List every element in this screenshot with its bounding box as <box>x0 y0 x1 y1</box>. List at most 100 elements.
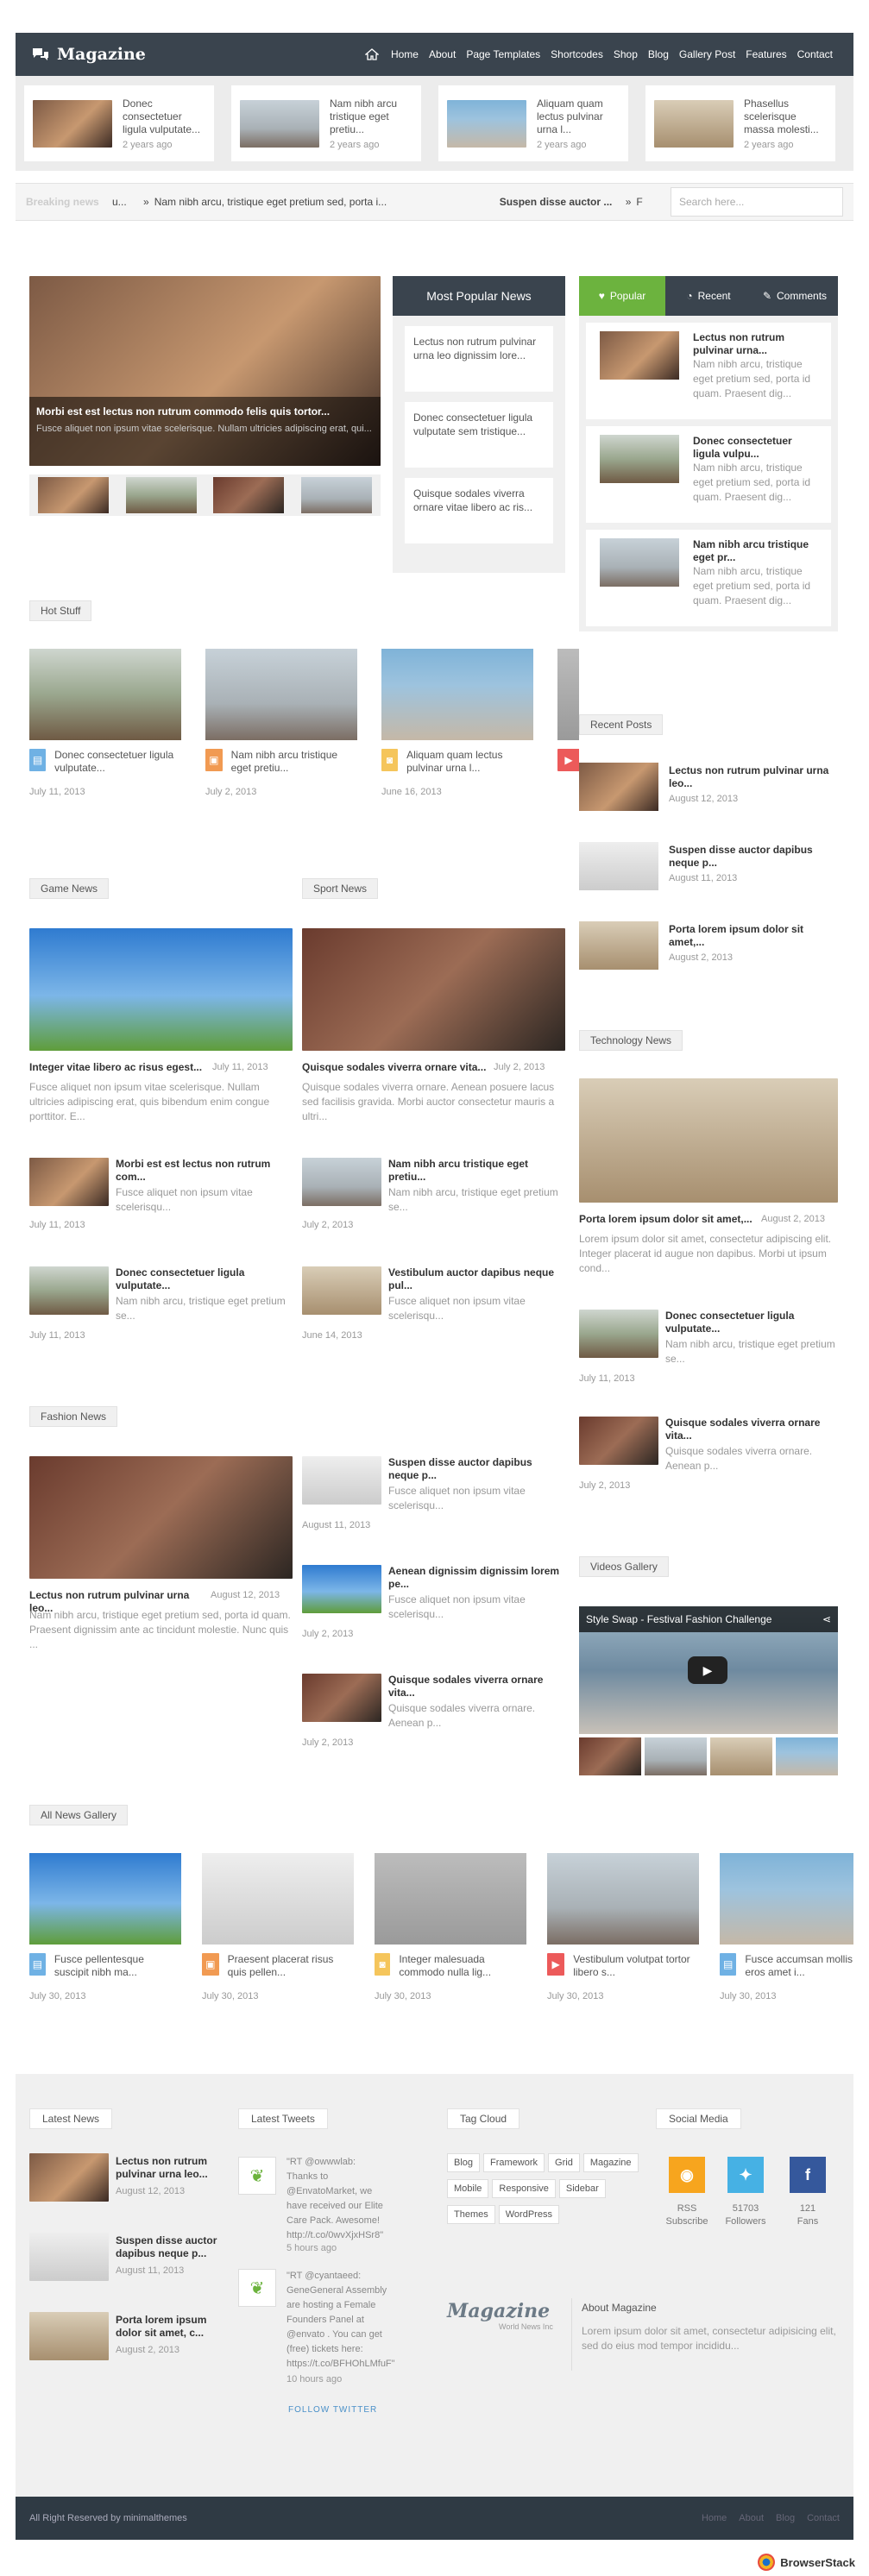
video-thumb[interactable] <box>710 1737 772 1775</box>
recent-post-title[interactable]: Porta lorem ipsum dolor sit amet,... <box>669 923 838 949</box>
slider-thumb[interactable] <box>213 477 285 513</box>
sport-main-title[interactable]: Quisque sodales viverra ornare vita... <box>302 1061 492 1074</box>
video-title[interactable]: Style Swap - Festival Fashion Challenge <box>586 1613 771 1625</box>
follow-twitter-link[interactable]: FOLLOW TWITTER <box>288 2405 377 2415</box>
game-item-thumb[interactable] <box>29 1266 109 1315</box>
ticker-item[interactable]: u... <box>112 196 138 208</box>
ticker-item[interactable]: Nam nibh arcu, tristique eget pretium se… <box>154 196 500 208</box>
gallery-item[interactable]: ▣ Praesent placerat risus quis pellen... … <box>202 1853 354 2001</box>
hot-item[interactable]: ◙ Aliquam quam lectus pulvinar urna l... … <box>381 649 533 797</box>
hot-item-title[interactable]: Nam nibh arcu tristique eget pretiu... <box>231 749 357 775</box>
gallery-item[interactable]: ▤ Fusce pellentesque suscipit nibh ma... … <box>29 1853 181 2001</box>
recent-post-title[interactable]: Suspen disse auctor dapibus neque p... <box>669 844 838 870</box>
sport-item-thumb[interactable] <box>302 1158 381 1206</box>
sport-item-title[interactable]: Nam nibh arcu tristique eget pretiu... <box>388 1158 565 1184</box>
tag[interactable]: Responsive <box>492 2179 556 2198</box>
tab-item[interactable]: Lectus non rutrum pulvinar urna... Nam n… <box>586 323 831 419</box>
tag[interactable]: WordPress <box>498 2205 559 2224</box>
video-player[interactable]: Style Swap - Festival Fashion Challenge … <box>579 1606 838 1734</box>
slider-thumb[interactable] <box>301 477 373 513</box>
video-thumb[interactable] <box>579 1737 641 1775</box>
tech-item-thumb[interactable] <box>579 1310 658 1358</box>
slider-title[interactable]: Morbi est est lectus non rutrum commodo … <box>36 405 374 418</box>
fashion-main-image[interactable] <box>29 1456 293 1579</box>
tag[interactable]: Sidebar <box>558 2179 606 2198</box>
bottom-link-blog[interactable]: Blog <box>776 2513 795 2523</box>
popular-item[interactable]: Donec consectetuer ligula vulputate sem … <box>405 402 553 468</box>
game-item-thumb[interactable] <box>29 1158 109 1206</box>
tab-item-title[interactable]: Nam nibh arcu tristique eget pr... <box>693 538 817 564</box>
tag[interactable]: Blog <box>447 2153 481 2172</box>
nav-about[interactable]: About <box>424 33 461 76</box>
bottom-link-contact[interactable]: Contact <box>807 2513 840 2523</box>
gallery-item[interactable]: ◙ Integer malesuada commodo nulla lig... … <box>375 1853 526 2001</box>
gallery-item[interactable]: ▶ Vestibulum volutpat tortor libero s... … <box>547 1853 699 2001</box>
tag[interactable]: Mobile <box>447 2179 489 2198</box>
sport-item-title[interactable]: Vestibulum auctor dapibus neque pul... <box>388 1266 565 1292</box>
nav-contact[interactable]: Contact <box>792 33 838 76</box>
sport-item-thumb[interactable] <box>302 1266 381 1315</box>
fashion-item-title[interactable]: Suspen disse auctor dapibus neque p... <box>388 1456 565 1482</box>
tab-comments[interactable]: ✎ Comments <box>752 276 838 316</box>
gallery-item[interactable]: ▤ Fusce accumsan mollis eros amet i... Ju… <box>720 1853 853 2001</box>
fashion-item-thumb[interactable] <box>302 1456 381 1505</box>
tab-item[interactable]: Donec consectetuer ligula vulpu... Nam n… <box>586 426 831 523</box>
hot-item[interactable]: ▶ <box>557 649 579 771</box>
slider-thumb[interactable] <box>37 477 109 513</box>
tag[interactable]: Themes <box>447 2205 495 2224</box>
play-button[interactable]: ▶ <box>688 1656 727 1684</box>
tag[interactable]: Grid <box>548 2153 580 2172</box>
tab-item[interactable]: Nam nibh arcu tristique eget pr... Nam n… <box>586 530 831 626</box>
nav-page-templates[interactable]: Page Templates <box>461 33 545 76</box>
tab-recent[interactable]: ◔ Recent <box>665 276 752 316</box>
tab-popular[interactable]: ♥ Popular <box>579 276 665 316</box>
nav-features[interactable]: Features <box>740 33 791 76</box>
game-item-title[interactable]: Morbi est est lectus non rutrum com... <box>116 1158 293 1184</box>
recent-post-title[interactable]: Lectus non rutrum pulvinar urna leo... <box>669 764 838 790</box>
tech-item-title[interactable]: Quisque sodales viverra ornare vita... <box>665 1417 838 1442</box>
social-rss[interactable]: ◉ RSS Subscribe <box>661 2157 713 2227</box>
nav-shop[interactable]: Shop <box>608 33 643 76</box>
game-main-title[interactable]: Integer vitae libero ac risus egest... <box>29 1061 211 1074</box>
social-facebook[interactable]: f 121 Fans <box>782 2157 834 2227</box>
gallery-title[interactable]: Integer malesuada commodo nulla lig... <box>399 1953 526 1979</box>
game-main-image[interactable] <box>29 928 293 1051</box>
tab-item-title[interactable]: Lectus non rutrum pulvinar urna... <box>693 331 817 357</box>
footer-news-thumb[interactable] <box>29 2153 109 2202</box>
share-icon[interactable]: ⋖ <box>822 1613 831 1625</box>
recent-post[interactable]: Suspen disse auctor dapibus neque p... A… <box>579 842 838 890</box>
nav-gallery-post[interactable]: Gallery Post <box>674 33 740 76</box>
game-item-title[interactable]: Donec consectetuer ligula vulputate... <box>116 1266 293 1292</box>
hot-item-title[interactable]: Aliquam quam lectus pulvinar urna l... <box>406 749 533 775</box>
hot-item[interactable]: ▤ Donec consectetuer ligula vulputate... … <box>29 649 181 797</box>
gallery-title[interactable]: Fusce accumsan mollis eros amet i... <box>745 1953 853 1979</box>
search-input[interactable]: Search here... <box>671 187 843 217</box>
footer-news-thumb[interactable] <box>29 2233 109 2281</box>
tech-item-title[interactable]: Donec consectetuer ligula vulputate... <box>665 1310 838 1335</box>
featured-card[interactable]: Phasellus scelerisque massa molesti... 2 … <box>645 85 835 161</box>
video-thumb[interactable] <box>645 1737 707 1775</box>
fashion-item-title[interactable]: Aenean dignissim dignissim lorem pe... <box>388 1565 565 1591</box>
bottom-link-about[interactable]: About <box>739 2513 764 2523</box>
nav-blog[interactable]: Blog <box>643 33 674 76</box>
fashion-item-title[interactable]: Quisque sodales viverra ornare vita... <box>388 1674 565 1700</box>
footer-news-thumb[interactable] <box>29 2312 109 2360</box>
tag[interactable]: Magazine <box>582 2153 639 2172</box>
nav-shortcodes[interactable]: Shortcodes <box>545 33 608 76</box>
footer-news-title[interactable]: Lectus non rutrum pulvinar urna leo... <box>116 2155 219 2181</box>
home-icon[interactable] <box>364 47 379 61</box>
gallery-title[interactable]: Fusce pellentesque suscipit nibh ma... <box>54 1953 181 1979</box>
ticker-item[interactable]: F <box>636 196 642 208</box>
slider-thumb[interactable] <box>125 477 197 513</box>
recent-post[interactable]: Lectus non rutrum pulvinar urna leo... A… <box>579 763 838 811</box>
featured-card[interactable]: Donec consectetuer ligula vulputate... 2 … <box>24 85 214 161</box>
featured-card[interactable]: Nam nibh arcu tristique eget pretiu... 2 … <box>231 85 421 161</box>
tag[interactable]: Framework <box>483 2153 545 2172</box>
tech-main-title[interactable]: Porta lorem ipsum dolor sit amet,... <box>579 1213 760 1226</box>
featured-card[interactable]: Aliquam quam lectus pulvinar urna l... 2 … <box>438 85 628 161</box>
footer-news-title[interactable]: Suspen disse auctor dapibus neque p... <box>116 2234 219 2260</box>
site-logo[interactable]: Magazine <box>31 45 146 64</box>
gallery-title[interactable]: Praesent placerat risus quis pellen... <box>228 1953 354 1979</box>
tech-main-image[interactable] <box>579 1078 838 1203</box>
popular-item[interactable]: Quisque sodales viverra ornare vitae lib… <box>405 478 553 543</box>
